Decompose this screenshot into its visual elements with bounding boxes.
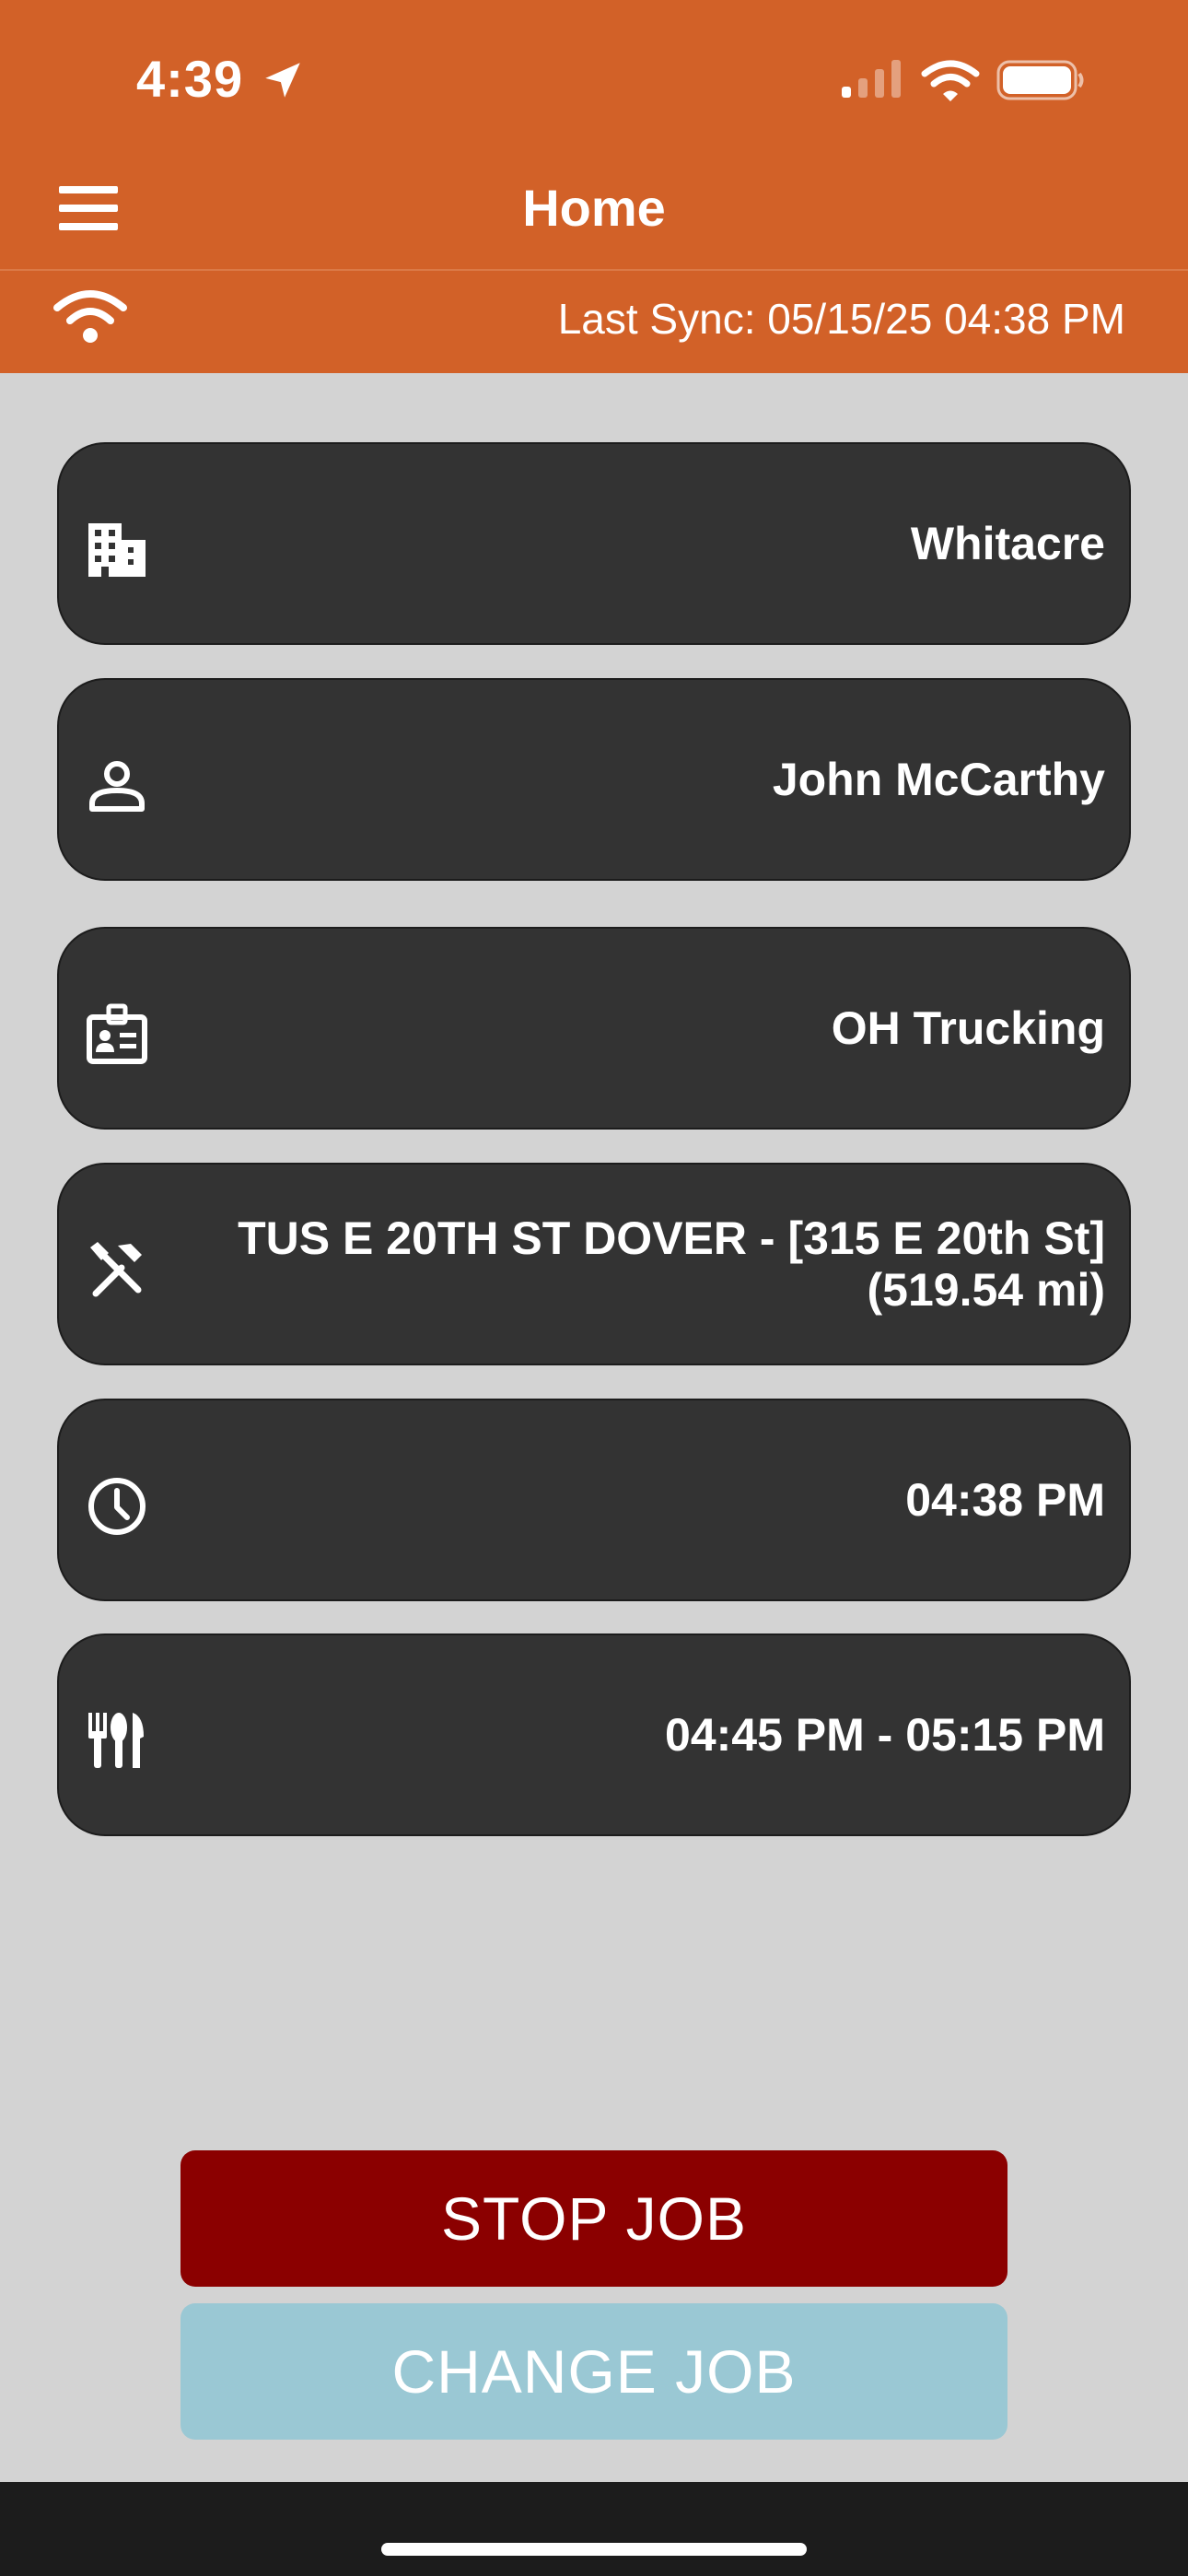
employee-card[interactable]: John McCarthy xyxy=(57,678,1131,881)
home-indicator-bar xyxy=(0,2482,1188,2576)
clock-in-card[interactable]: 04:38 PM xyxy=(57,1399,1131,1601)
employee-name: John McCarthy xyxy=(772,754,1105,805)
meal-break-card[interactable]: 04:45 PM - 05:15 PM xyxy=(57,1633,1131,1836)
cellular-signal-icon xyxy=(842,60,901,98)
job-site-card[interactable]: TUS E 20TH ST DOVER - [315 E 20th St] (5… xyxy=(57,1163,1131,1365)
organization-card[interactable]: OH Trucking xyxy=(57,927,1131,1130)
change-job-button[interactable]: CHANGE JOB xyxy=(181,2303,1007,2440)
wifi-icon xyxy=(921,60,980,101)
page-title: Home xyxy=(522,179,666,237)
last-sync-text: Last Sync: 05/15/25 04:38 PM xyxy=(557,295,1125,343)
battery-icon xyxy=(996,60,1084,100)
clock-in-time: 04:38 PM xyxy=(905,1474,1105,1526)
location-arrow-icon xyxy=(265,63,300,98)
status-bar: 4:39 xyxy=(0,0,1188,157)
organization-name: OH Trucking xyxy=(831,1002,1105,1054)
badge-icon xyxy=(87,1003,147,1064)
company-card[interactable]: Whitacre xyxy=(57,442,1131,645)
stop-job-button[interactable]: STOP JOB xyxy=(181,2150,1007,2287)
home-indicator[interactable] xyxy=(381,2543,807,2556)
tools-icon xyxy=(90,1242,142,1297)
clock-icon xyxy=(88,1478,146,1535)
wifi-icon xyxy=(53,290,127,343)
building-icon xyxy=(88,523,146,577)
meal-break-window: 04:45 PM - 05:15 PM xyxy=(665,1709,1105,1761)
person-icon xyxy=(89,761,145,812)
utensils-icon xyxy=(88,1713,144,1768)
job-site-location: TUS E 20TH ST DOVER - [315 E 20th St] (5… xyxy=(238,1212,1105,1316)
navigation-bar: Home xyxy=(0,157,1188,269)
company-name: Whitacre xyxy=(910,518,1105,569)
sync-bar: Last Sync: 05/15/25 04:38 PM xyxy=(0,271,1188,373)
status-time: 4:39 xyxy=(136,50,244,108)
